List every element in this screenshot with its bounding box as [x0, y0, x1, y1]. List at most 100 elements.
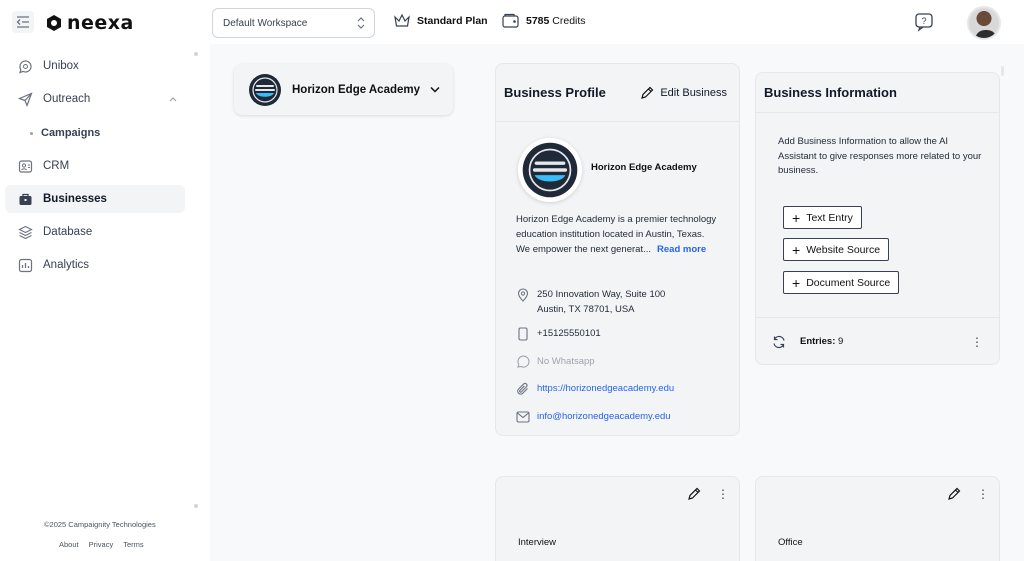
terms-link[interactable]: Terms [123, 540, 143, 549]
business-selector[interactable]: Horizon Edge Academy [234, 64, 453, 115]
address-line-2: Austin, TX 78701, USA [537, 304, 635, 315]
info-card-header: Business Information [756, 73, 999, 113]
logo-text: neexa [67, 12, 134, 34]
workspace-select[interactable]: Default Workspace [212, 8, 375, 38]
sidebar-item-unibox[interactable]: Unibox [5, 52, 185, 80]
contacts-icon [17, 158, 33, 174]
app-logo[interactable]: neexa [46, 12, 134, 34]
mail-icon [516, 409, 530, 424]
profile-card-header: Business Profile Edit Business [496, 64, 739, 122]
scroll-indicator [194, 52, 198, 56]
business-description: Horizon Edge Academy is a premier techno… [516, 212, 721, 257]
document-source-button[interactable]: + Document Source [783, 271, 900, 294]
sidebar-item-analytics[interactable]: Analytics [5, 251, 185, 279]
workspace-value: Default Workspace [223, 17, 308, 29]
user-avatar[interactable] [967, 6, 1001, 40]
website-row: https://horizonedgeacademy.edu [516, 381, 674, 396]
text-entry-button[interactable]: + Text Entry [783, 206, 862, 229]
business-selector-name: Horizon Edge Academy [292, 83, 421, 96]
website-source-label: Website Source [806, 243, 881, 256]
crown-icon [394, 13, 410, 27]
profile-card-title: Business Profile [504, 85, 606, 100]
sidebar-item-businesses[interactable]: Businesses [5, 185, 185, 213]
business-profile-card: Business Profile Edit Business Horizon E… [495, 63, 740, 436]
more-options-icon[interactable]: ⋮ [971, 336, 983, 348]
sidebar-item-outreach[interactable]: Outreach [5, 85, 185, 113]
plus-icon: + [792, 209, 801, 226]
entries-value: 9 [838, 336, 844, 347]
chat-bubble-icon [17, 58, 33, 74]
sidebar-item-label: Database [43, 226, 93, 238]
email-row: info@horizonedgeacademy.edu [516, 409, 671, 424]
plan-badge[interactable]: Standard Plan [393, 13, 488, 29]
sidebar-item-label: CRM [43, 160, 70, 172]
sidebar-collapse-button[interactable] [12, 11, 34, 33]
send-icon [17, 91, 33, 107]
more-options-icon[interactable]: ⋮ [977, 488, 989, 500]
address-line-1: 250 Innovation Way, Suite 100 [537, 289, 666, 300]
website-link[interactable]: https://horizonedgeacademy.edu [537, 381, 674, 396]
chevron-down-icon [430, 86, 440, 93]
pencil-icon [641, 86, 654, 99]
location-label: Interview [518, 537, 557, 548]
pencil-icon[interactable] [687, 487, 701, 501]
sidebar-item-database[interactable]: Database [5, 218, 185, 246]
edit-business-button[interactable]: Edit Business [640, 86, 727, 100]
plus-icon: + [792, 241, 801, 258]
sidebar-item-label: Analytics [43, 259, 90, 271]
sidebar-item-label: Unibox [43, 60, 79, 72]
main-scrollbar[interactable] [1001, 66, 1004, 76]
sidebar-item-crm[interactable]: CRM [5, 152, 185, 180]
refresh-icon[interactable] [772, 335, 786, 349]
email-link[interactable]: info@horizonedgeacademy.edu [537, 409, 671, 424]
location-label: Office [778, 537, 803, 548]
business-name: Horizon Edge Academy [591, 162, 697, 173]
sidebar-item-label: Businesses [43, 193, 107, 205]
whatsapp-icon [516, 354, 530, 369]
footer-links: About Privacy Terms [59, 540, 144, 549]
credits-label: Credits [552, 15, 586, 27]
entries-label: Entries: [800, 336, 836, 347]
phone-icon [516, 326, 530, 341]
briefcase-icon [17, 191, 33, 207]
read-more-link[interactable]: Read more [657, 244, 706, 255]
website-source-button[interactable]: + Website Source [783, 238, 890, 261]
credits-badge[interactable]: 5785 Credits [502, 13, 586, 29]
location-card: ⋮ Interview [495, 476, 740, 561]
business-logo-icon [249, 73, 281, 106]
document-source-label: Document Source [806, 276, 891, 289]
sidebar-item-label: Campaigns [41, 127, 101, 139]
wallet-icon [502, 13, 519, 28]
edit-business-label: Edit Business [660, 86, 727, 99]
info-description: Add Business Information to allow the AI… [778, 136, 982, 176]
bullet-dot-icon [30, 131, 33, 135]
more-options-icon[interactable]: ⋮ [717, 488, 729, 500]
main-content: Horizon Edge Academy Business Profile Ed… [210, 44, 1024, 561]
sidebar-item-label: Outreach [43, 93, 91, 105]
plan-label: Standard Plan [417, 15, 488, 27]
credits-value: 5785 [526, 15, 550, 27]
phone-value: +15125550101 [537, 328, 601, 339]
chevron-updown-icon [357, 17, 365, 29]
chevron-up-icon [169, 97, 177, 102]
sidebar: Unibox Outreach Campaigns CRM Businesses… [0, 44, 210, 561]
address-row: 250 Innovation Way, Suite 100 Austin, TX… [516, 287, 665, 317]
pencil-icon[interactable] [947, 487, 961, 501]
top-bar: neexa Default Workspace Standard Plan 57… [0, 0, 1024, 44]
location-card-actions: ⋮ [947, 487, 989, 501]
sidebar-item-campaigns[interactable]: Campaigns [30, 127, 100, 139]
whatsapp-row: No Whatsapp [516, 354, 595, 369]
help-button[interactable]: ? [914, 12, 934, 37]
about-link[interactable]: About [59, 540, 79, 549]
layers-icon [17, 224, 33, 240]
info-card-footer: Entries: 9 ⋮ [756, 317, 999, 365]
analytics-icon [17, 257, 33, 273]
text-entry-label: Text Entry [806, 211, 853, 224]
business-logo-icon [522, 142, 578, 198]
entries-count: Entries: 9 [772, 335, 843, 349]
copyright-text: ©2025 Campaignity Technologies [44, 520, 156, 529]
location-card: ⋮ Office [755, 476, 1000, 561]
privacy-link[interactable]: Privacy [89, 540, 114, 549]
plus-icon: + [792, 274, 801, 291]
scroll-indicator [194, 504, 198, 508]
